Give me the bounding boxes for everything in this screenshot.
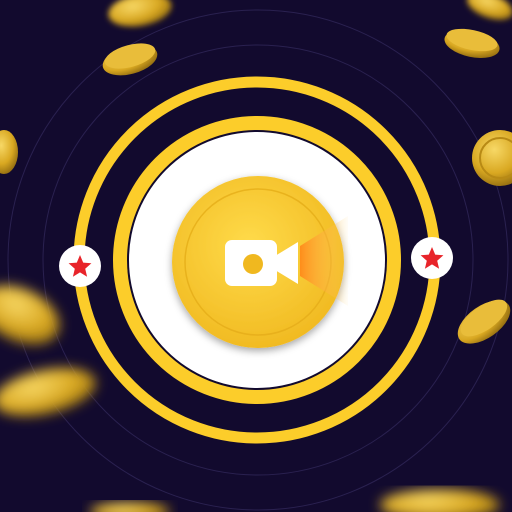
star-marker-right <box>411 237 453 279</box>
app-icon-artwork <box>0 0 512 512</box>
app-icon-canvas <box>0 0 512 512</box>
star-marker-left <box>59 245 101 287</box>
